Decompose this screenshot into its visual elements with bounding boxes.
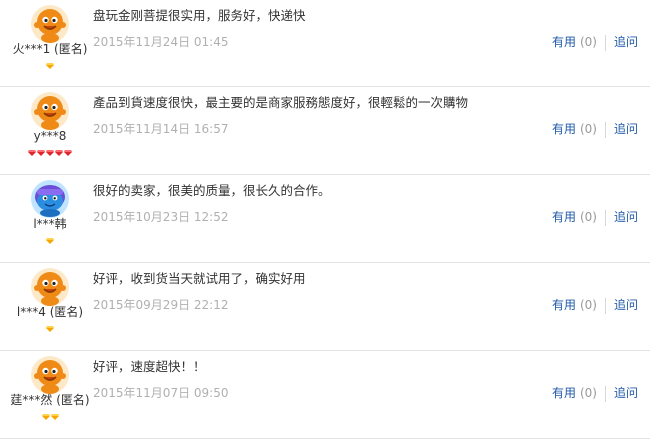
useful-label: 有用 xyxy=(551,210,576,224)
review-comment: 盘玩金刚菩提很实用，服务好，快递快 xyxy=(93,8,306,23)
reviewer-username: l***4 (匿名) xyxy=(16,305,84,319)
ask-button[interactable]: 追问 xyxy=(614,298,638,312)
review-comment: 好评，速度超快！！ xyxy=(93,359,206,374)
orange-mascot-avatar-icon[interactable] xyxy=(31,5,69,43)
orange-mascot-avatar-icon[interactable] xyxy=(31,356,69,394)
orange-mascot-avatar-icon[interactable] xyxy=(31,92,69,130)
reviewer-level xyxy=(0,149,100,159)
useful-count: (0) xyxy=(579,298,597,312)
ask-button[interactable]: 追问 xyxy=(614,122,638,136)
review-comment: 很好的卖家，很美的质量，很长久的合作。 xyxy=(93,183,331,198)
red-diamond-icon xyxy=(46,150,54,156)
reviewer-level xyxy=(0,237,100,247)
reviewer-username: l***韩 xyxy=(33,217,67,231)
divider xyxy=(604,297,606,314)
reviewer-username: 火***1 (匿名) xyxy=(12,42,88,56)
ask-button[interactable]: 追问 xyxy=(614,386,638,400)
useful-button[interactable]: 有用 (0) xyxy=(552,386,597,400)
useful-label: 有用 xyxy=(551,35,576,49)
review-comment: 好评，收到货当天就试用了，确实好用 xyxy=(93,271,306,286)
review-date: 2015年11月07日 09:50 xyxy=(93,386,229,400)
review-actions: 有用 (0) 追问 xyxy=(552,120,638,138)
review-item: 莛***然 (匿名) 好评，速度超快！！ 2015年11月07日 09:50 有… xyxy=(0,351,650,439)
useful-label: 有用 xyxy=(551,298,576,312)
useful-count: (0) xyxy=(579,210,597,224)
reviewer-level xyxy=(0,413,100,423)
review-date: 2015年10月23日 12:52 xyxy=(93,210,229,224)
reviewer-username: 莛***然 (匿名) xyxy=(10,393,90,407)
review-item: l***韩 很好的卖家，很美的质量，很长久的合作。 2015年10月23日 12… xyxy=(0,175,650,263)
red-diamond-icon xyxy=(37,150,45,156)
review-item: l***4 (匿名) 好评，收到货当天就试用了，确实好用 2015年09月29日… xyxy=(0,263,650,351)
gold-gem-icon xyxy=(46,63,54,69)
red-diamond-icon xyxy=(55,150,63,156)
useful-button[interactable]: 有用 (0) xyxy=(552,122,597,136)
divider xyxy=(604,121,606,138)
red-diamond-icon xyxy=(64,150,72,156)
divider xyxy=(604,34,606,51)
blue-cartoon-avatar-icon[interactable] xyxy=(31,180,69,218)
ask-button[interactable]: 追问 xyxy=(614,210,638,224)
review-list: 火***1 (匿名) 盘玩金刚菩提很实用，服务好，快递快 2015年11月24日… xyxy=(0,0,650,439)
useful-label: 有用 xyxy=(551,122,576,136)
review-actions: 有用 (0) 追问 xyxy=(552,384,638,402)
orange-mascot-avatar-icon[interactable] xyxy=(31,268,69,306)
gold-gem-icon xyxy=(46,238,54,244)
ask-button[interactable]: 追问 xyxy=(614,35,638,49)
review-item: 火***1 (匿名) 盘玩金刚菩提很实用，服务好，快递快 2015年11月24日… xyxy=(0,0,650,87)
gold-gem-icon xyxy=(46,326,54,332)
reviewer-level xyxy=(0,325,100,335)
useful-button[interactable]: 有用 (0) xyxy=(552,298,597,312)
useful-label: 有用 xyxy=(551,386,576,400)
useful-count: (0) xyxy=(579,122,597,136)
divider xyxy=(604,209,606,226)
useful-count: (0) xyxy=(579,35,597,49)
review-date: 2015年11月14日 16:57 xyxy=(93,122,229,136)
reviewer-level xyxy=(0,62,100,72)
review-actions: 有用 (0) 追问 xyxy=(552,208,638,226)
gold-gem-icon xyxy=(41,414,50,420)
useful-count: (0) xyxy=(579,386,597,400)
red-diamond-icon xyxy=(28,150,36,156)
divider xyxy=(604,385,606,402)
review-comment: 產品到貨速度很快，最主要的是商家服務態度好，很輕鬆的一次購物 xyxy=(93,95,469,110)
review-date: 2015年09月29日 22:12 xyxy=(93,298,229,312)
review-item: y***8 產品到貨速度很快，最主要的是商家服務態度好，很輕鬆的一次購物 201… xyxy=(0,87,650,175)
useful-button[interactable]: 有用 (0) xyxy=(552,35,597,49)
review-date: 2015年11月24日 01:45 xyxy=(93,35,229,49)
review-actions: 有用 (0) 追问 xyxy=(552,33,638,51)
gold-gem-icon xyxy=(50,414,59,420)
reviewer-username: y***8 xyxy=(33,129,67,143)
useful-button[interactable]: 有用 (0) xyxy=(552,210,597,224)
review-actions: 有用 (0) 追问 xyxy=(552,296,638,314)
